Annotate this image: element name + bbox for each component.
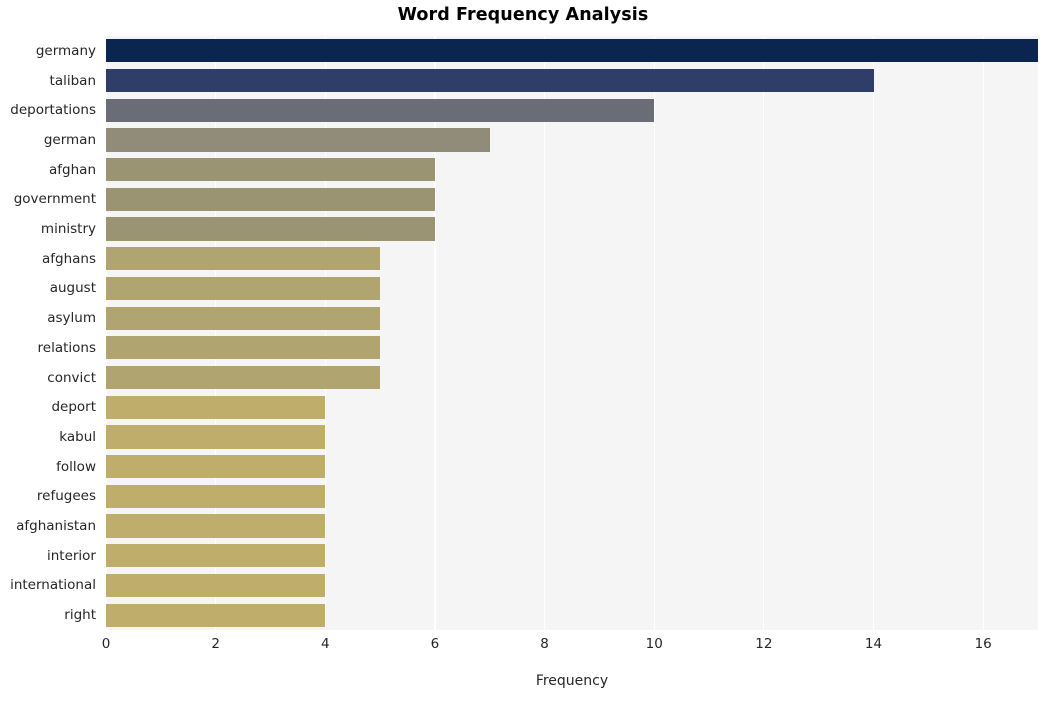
x-tick-label: 14 xyxy=(864,636,883,652)
x-tick-label: 0 xyxy=(101,636,111,652)
y-tick-label: interior xyxy=(46,547,96,564)
bar-row xyxy=(106,392,1038,422)
bar xyxy=(106,425,326,449)
x-tick-label: 10 xyxy=(645,636,663,652)
bar xyxy=(106,187,435,211)
y-tick-label: taliban xyxy=(49,72,96,89)
y-tick-label: ministry xyxy=(40,221,96,238)
bar-row xyxy=(106,600,1038,630)
bar-row xyxy=(106,185,1038,215)
y-tick-label: afghans xyxy=(41,250,96,267)
y-tick-label: germany xyxy=(35,42,96,59)
bar-row xyxy=(106,363,1038,393)
bar xyxy=(106,98,655,122)
bar xyxy=(106,276,381,301)
bar xyxy=(106,573,326,598)
x-axis-tick-labels: 0 2 4 6 8 10 12 14 16 xyxy=(102,630,1038,660)
y-tick-label: german xyxy=(43,131,96,148)
bar xyxy=(106,514,326,538)
bar-row xyxy=(106,303,1038,333)
bar xyxy=(106,395,326,419)
chart-figure: Word Frequency Analysis germany taliban de… xyxy=(0,0,1046,701)
x-tick-label: 16 xyxy=(974,636,992,652)
y-tick-label: deport xyxy=(51,399,96,416)
y-tick-label: deportations xyxy=(10,102,96,119)
x-tick-label: 12 xyxy=(755,636,773,652)
y-tick-label: government xyxy=(13,191,96,208)
y-tick-label: afghan xyxy=(49,161,96,178)
y-tick-label: international xyxy=(10,577,96,594)
plot-area xyxy=(106,36,1038,630)
y-tick-label: afghanistan xyxy=(16,518,96,535)
y-tick-label: relations xyxy=(37,339,96,356)
bar-row xyxy=(106,333,1038,363)
bar-row xyxy=(106,482,1038,512)
bar-row xyxy=(106,214,1038,244)
bar-row xyxy=(106,541,1038,571)
x-tick-label: 4 xyxy=(320,636,330,652)
bar xyxy=(106,39,1038,63)
bar-row xyxy=(106,244,1038,274)
bar-row xyxy=(106,571,1038,601)
bar-row xyxy=(106,95,1038,125)
bar-row xyxy=(106,125,1038,155)
x-tick-label: 2 xyxy=(211,636,220,652)
bar xyxy=(106,158,435,182)
bar xyxy=(106,128,490,152)
y-tick-label: august xyxy=(49,280,96,297)
bar xyxy=(106,484,326,508)
bar xyxy=(106,247,381,271)
bar-row xyxy=(106,422,1038,452)
bar-row xyxy=(106,452,1038,482)
chart-title: Word Frequency Analysis xyxy=(397,5,649,25)
y-tick-label: kabul xyxy=(59,428,96,445)
bar-row xyxy=(106,66,1038,96)
bar-row xyxy=(106,36,1038,66)
bar xyxy=(106,603,326,627)
x-axis-title: Frequency xyxy=(535,673,609,689)
x-tick-label: 6 xyxy=(430,636,440,652)
x-tick-label: 8 xyxy=(540,636,549,652)
bar xyxy=(106,68,874,93)
y-axis-tick-labels: germany taliban deportations german afghan go… xyxy=(0,36,106,630)
bar xyxy=(106,365,381,390)
y-tick-label: convict xyxy=(47,369,96,386)
bar xyxy=(106,306,381,330)
bar-row xyxy=(106,155,1038,185)
y-tick-label: follow xyxy=(56,458,96,475)
bar-row xyxy=(106,511,1038,541)
y-tick-label: right xyxy=(64,607,96,624)
y-tick-label: asylum xyxy=(47,310,96,327)
bar-row xyxy=(106,274,1038,304)
bar xyxy=(106,217,435,241)
bar xyxy=(106,544,326,568)
bar xyxy=(106,455,326,479)
bar xyxy=(106,336,381,360)
y-tick-label: refugees xyxy=(36,488,96,505)
